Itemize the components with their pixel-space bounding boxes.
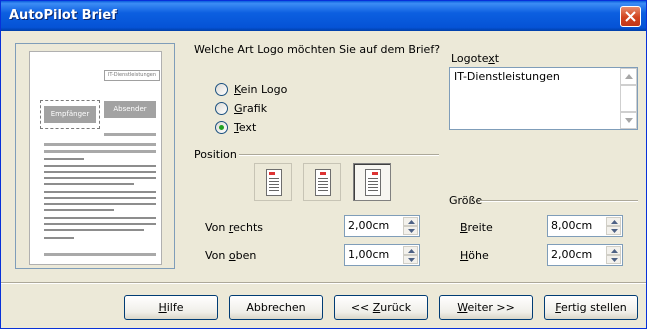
title-bar: AutoPilot Brief: [1, 1, 646, 31]
preview-line: [44, 143, 156, 146]
from-right-spinner[interactable]: 2,00cm: [344, 215, 420, 237]
preview-line: [44, 229, 144, 231]
from-right-value: 2,00cm: [348, 219, 390, 232]
dialog-window: AutoPilot Brief IT-Dienstleistungen Empf…: [0, 0, 647, 329]
vertical-scrollbar[interactable]: [620, 68, 637, 129]
preview-logo-text: IT-Dienstleistungen: [104, 70, 160, 81]
logotext-field[interactable]: IT-Dienstleistungen: [449, 67, 638, 130]
preview-sender: Absender: [104, 101, 156, 118]
scroll-thumb[interactable]: [620, 85, 637, 112]
arrow-up-icon: [611, 220, 618, 224]
spin-buttons: [403, 217, 418, 235]
arrow-up-icon: [408, 249, 415, 253]
preview-line: [44, 237, 74, 239]
help-button[interactable]: Hilfe: [124, 295, 218, 320]
radio-no-logo[interactable]: Kein Logo: [215, 82, 287, 96]
radio-label: Kein Logo: [234, 82, 288, 96]
letter-preview: IT-Dienstleistungen Empfänger Absender: [15, 43, 175, 269]
logotext-value: IT-Dienstleistungen: [454, 70, 560, 83]
scroll-down-button[interactable]: [620, 112, 637, 129]
height-label: Höhe: [460, 249, 489, 262]
logo-type-question: Welche Art Logo möchten Sie auf dem Brie…: [194, 43, 441, 56]
preview-line: [104, 133, 156, 136]
preview-line: [44, 171, 156, 173]
arrow-down-icon: [408, 229, 415, 233]
window-title: AutoPilot Brief: [9, 8, 117, 23]
radio-label: Text: [234, 120, 257, 134]
spin-buttons: [606, 246, 621, 264]
position-left-button[interactable]: [254, 163, 292, 201]
preview-line: [44, 197, 156, 199]
decrement-button[interactable]: [606, 226, 621, 235]
decrement-button[interactable]: [606, 255, 621, 264]
position-group-label: Position: [194, 148, 237, 161]
radio-button[interactable]: [215, 120, 228, 134]
arrow-up-icon: [611, 249, 618, 253]
radio-label: Grafik: [234, 101, 268, 115]
finish-button[interactable]: Fertig stellen: [544, 295, 638, 320]
width-label: Breite: [460, 221, 493, 234]
width-value: 8,00cm: [551, 219, 593, 232]
arrow-down-icon: [611, 258, 618, 262]
arrow-up-icon: [408, 220, 415, 224]
align-left-icon: [266, 169, 282, 196]
close-icon: [625, 11, 636, 22]
width-spinner[interactable]: 8,00cm: [547, 215, 623, 237]
button-separator: [1, 282, 646, 284]
scroll-up-button[interactable]: [620, 68, 637, 85]
from-top-value: 1,00cm: [348, 248, 390, 261]
from-top-spinner[interactable]: 1,00cm: [344, 244, 420, 266]
position-right-button[interactable]: [353, 163, 391, 201]
size-group-line: [480, 200, 638, 202]
logotext-label: Logotext: [451, 52, 500, 65]
decrement-button[interactable]: [403, 226, 418, 235]
arrow-down-icon: [625, 118, 633, 123]
position-group-line: [239, 154, 439, 156]
radio-button[interactable]: [215, 82, 228, 96]
close-button[interactable]: [620, 6, 641, 27]
increment-button[interactable]: [403, 246, 418, 255]
height-spinner[interactable]: 2,00cm: [547, 244, 623, 266]
arrow-down-icon: [611, 229, 618, 233]
position-center-button[interactable]: [303, 163, 341, 201]
align-center-icon: [315, 169, 331, 196]
preview-line: [44, 191, 156, 193]
preview-line: [44, 158, 84, 160]
next-button[interactable]: Weiter >>: [439, 295, 533, 320]
height-value: 2,00cm: [551, 248, 593, 261]
preview-line: [44, 223, 156, 225]
spin-buttons: [606, 217, 621, 235]
preview-line: [44, 203, 156, 205]
decrement-button[interactable]: [403, 255, 418, 264]
preview-line: [44, 253, 156, 256]
arrow-down-icon: [408, 258, 415, 262]
preview-line: [44, 209, 114, 211]
preview-selection-frame: [40, 100, 100, 129]
increment-button[interactable]: [403, 217, 418, 226]
back-button[interactable]: << Zurück: [334, 295, 428, 320]
preview-line: [44, 183, 134, 185]
preview-page: IT-Dienstleistungen Empfänger Absender: [29, 51, 162, 265]
size-group-label: Größe: [449, 194, 483, 207]
arrow-up-icon: [625, 74, 633, 79]
align-right-icon: [365, 169, 381, 196]
spin-buttons: [403, 246, 418, 264]
increment-button[interactable]: [606, 246, 621, 255]
from-right-label: Von rechts: [205, 221, 263, 234]
preview-line: [44, 217, 156, 219]
from-top-label: Von oben: [205, 249, 257, 262]
preview-line: [44, 165, 156, 167]
preview-line: [44, 150, 156, 153]
radio-graphic[interactable]: Grafik: [215, 101, 267, 115]
preview-line: [44, 177, 156, 179]
radio-text[interactable]: Text: [215, 120, 256, 134]
radio-button[interactable]: [215, 101, 228, 115]
cancel-button[interactable]: Abbrechen: [229, 295, 323, 320]
increment-button[interactable]: [606, 217, 621, 226]
